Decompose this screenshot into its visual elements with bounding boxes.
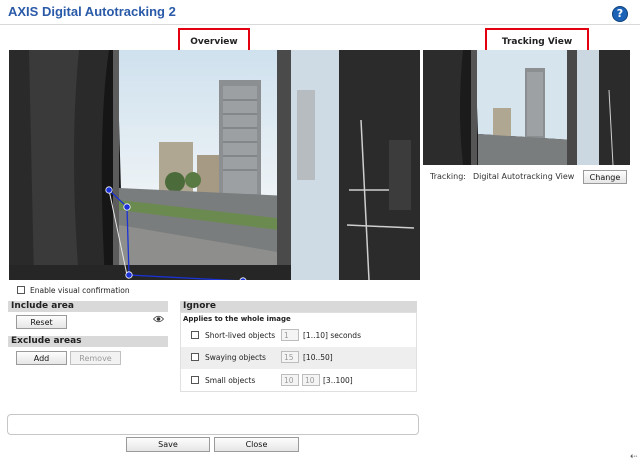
small-objects-height-input: 10 <box>302 374 320 386</box>
overview-scene <box>9 50 420 280</box>
resize-arrow-icon: ⇠ <box>630 452 638 462</box>
swaying-objects-range: [10..50] <box>303 353 333 362</box>
short-lived-range: [1..10] seconds <box>303 331 361 340</box>
exclude-areas-heading: Exclude areas <box>8 336 168 347</box>
small-objects-width-input: 10 <box>281 374 299 386</box>
message-box <box>7 414 419 435</box>
swaying-objects-input: 15 <box>281 351 299 363</box>
remove-button: Remove <box>70 351 121 365</box>
small-objects-label: Small objects <box>205 376 256 385</box>
enable-visual-confirmation-checkbox[interactable] <box>17 286 25 294</box>
swaying-objects-label: Swaying objects <box>205 353 266 362</box>
close-button[interactable]: Close <box>214 437 299 452</box>
tracking-label: Tracking: <box>430 172 466 181</box>
ignore-subheading: Applies to the whole image <box>183 315 291 323</box>
include-area-heading: Include area <box>8 301 168 312</box>
tracking-value: Digital Autotracking View <box>473 172 575 181</box>
small-objects-checkbox[interactable] <box>191 376 199 384</box>
small-objects-range: [3..100] <box>323 376 353 385</box>
swaying-objects-checkbox[interactable] <box>191 353 199 361</box>
tracking-scene <box>423 50 630 165</box>
eye-icon[interactable] <box>152 315 165 326</box>
save-button[interactable]: Save <box>126 437 210 452</box>
tracking-camera-view <box>423 50 630 165</box>
overview-camera-view[interactable] <box>9 50 420 280</box>
short-lived-seconds-input: 1 <box>281 329 299 341</box>
enable-visual-confirmation-label: Enable visual confirmation <box>30 286 130 295</box>
title-divider <box>0 24 640 25</box>
reset-button[interactable]: Reset <box>16 315 67 329</box>
short-lived-objects-label: Short-lived objects <box>205 331 276 340</box>
app-title: AXIS Digital Autotracking 2 <box>8 4 176 19</box>
short-lived-objects-checkbox[interactable] <box>191 331 199 339</box>
add-button[interactable]: Add <box>16 351 67 365</box>
ignore-heading: Ignore <box>180 301 417 312</box>
help-icon[interactable]: ? <box>612 6 628 22</box>
change-button[interactable]: Change <box>583 170 627 184</box>
